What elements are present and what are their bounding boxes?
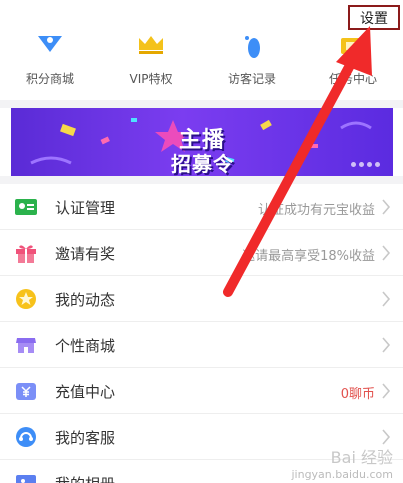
gift-icon <box>15 242 37 264</box>
task-icon <box>338 32 368 60</box>
promo-banner[interactable]: 主播 招募令 <box>11 108 393 176</box>
menu-item-moments[interactable]: 我的动态 <box>0 276 403 322</box>
page-dot <box>367 162 372 167</box>
menu-item-label: 认证管理 <box>55 199 116 217</box>
menu-item-verification[interactable]: 认证管理 认证成功有元宝收益 <box>0 184 403 230</box>
id-card-icon <box>15 196 37 218</box>
menu-item-value: 0聊币 <box>340 387 375 402</box>
shop-icon <box>15 334 37 356</box>
quick-action-tasks[interactable]: 任务中心 <box>303 28 403 92</box>
crown-icon <box>136 32 166 60</box>
quick-action-label: 积分商城 <box>25 72 74 86</box>
menu-item-shop[interactable]: 个性商城 <box>0 322 403 368</box>
quick-action-vip[interactable]: VIP特权 <box>101 28 201 92</box>
watermark-url: jingyan.baidu.com <box>291 468 393 481</box>
banner-page-dots <box>351 152 383 171</box>
quick-action-label: VIP特权 <box>129 72 173 86</box>
banner-subtitle: 招募令 <box>171 152 234 176</box>
quick-actions: 积分商城 VIP特权 访客记录 任务中心 <box>0 28 403 92</box>
chevron-right-icon <box>382 245 391 261</box>
section-divider <box>0 176 403 184</box>
settings-button[interactable]: 设置 <box>348 5 400 30</box>
star-icon <box>15 288 37 310</box>
quick-action-points-mall[interactable]: 积分商城 <box>0 28 100 92</box>
menu-item-label: 充值中心 <box>55 383 116 401</box>
menu-item-invite[interactable]: 邀请有奖 邀请最高享受18%收益 <box>0 230 403 276</box>
settings-menu: 认证管理 认证成功有元宝收益 邀请有奖 邀请最高享受18%收益 我的动态 个性商… <box>0 184 403 483</box>
menu-item-label: 个性商城 <box>55 337 116 355</box>
watermark: Bai 经验 jingyan.baidu.com <box>291 444 393 481</box>
yen-icon <box>15 380 37 402</box>
footprint-icon <box>240 32 264 64</box>
menu-item-label: 我的相册 <box>55 473 115 483</box>
chevron-right-icon <box>382 199 391 215</box>
menu-item-label: 我的客服 <box>55 429 116 447</box>
quick-action-visitors[interactable]: 访客记录 <box>202 28 302 92</box>
menu-item-value: 邀请最高享受18%收益 <box>242 249 375 264</box>
chevron-right-icon <box>382 337 391 353</box>
service-icon <box>15 426 37 448</box>
chevron-right-icon <box>382 291 391 307</box>
menu-item-label: 邀请有奖 <box>55 245 116 263</box>
quick-action-label: 任务中心 <box>328 72 377 86</box>
menu-item-recharge[interactable]: 充值中心 0聊币 <box>0 368 403 414</box>
menu-item-label: 我的动态 <box>55 291 116 309</box>
points-shield-icon <box>34 32 66 64</box>
watermark-logo: Bai 经验 <box>330 448 393 467</box>
section-divider <box>0 100 403 108</box>
chevron-right-icon <box>382 383 391 399</box>
menu-item-value: 认证成功有元宝收益 <box>257 203 375 218</box>
quick-action-label: 访客记录 <box>227 72 276 86</box>
album-icon <box>15 472 37 483</box>
page-dot <box>375 162 380 167</box>
page-dot <box>359 162 364 167</box>
page-dot <box>351 162 356 167</box>
